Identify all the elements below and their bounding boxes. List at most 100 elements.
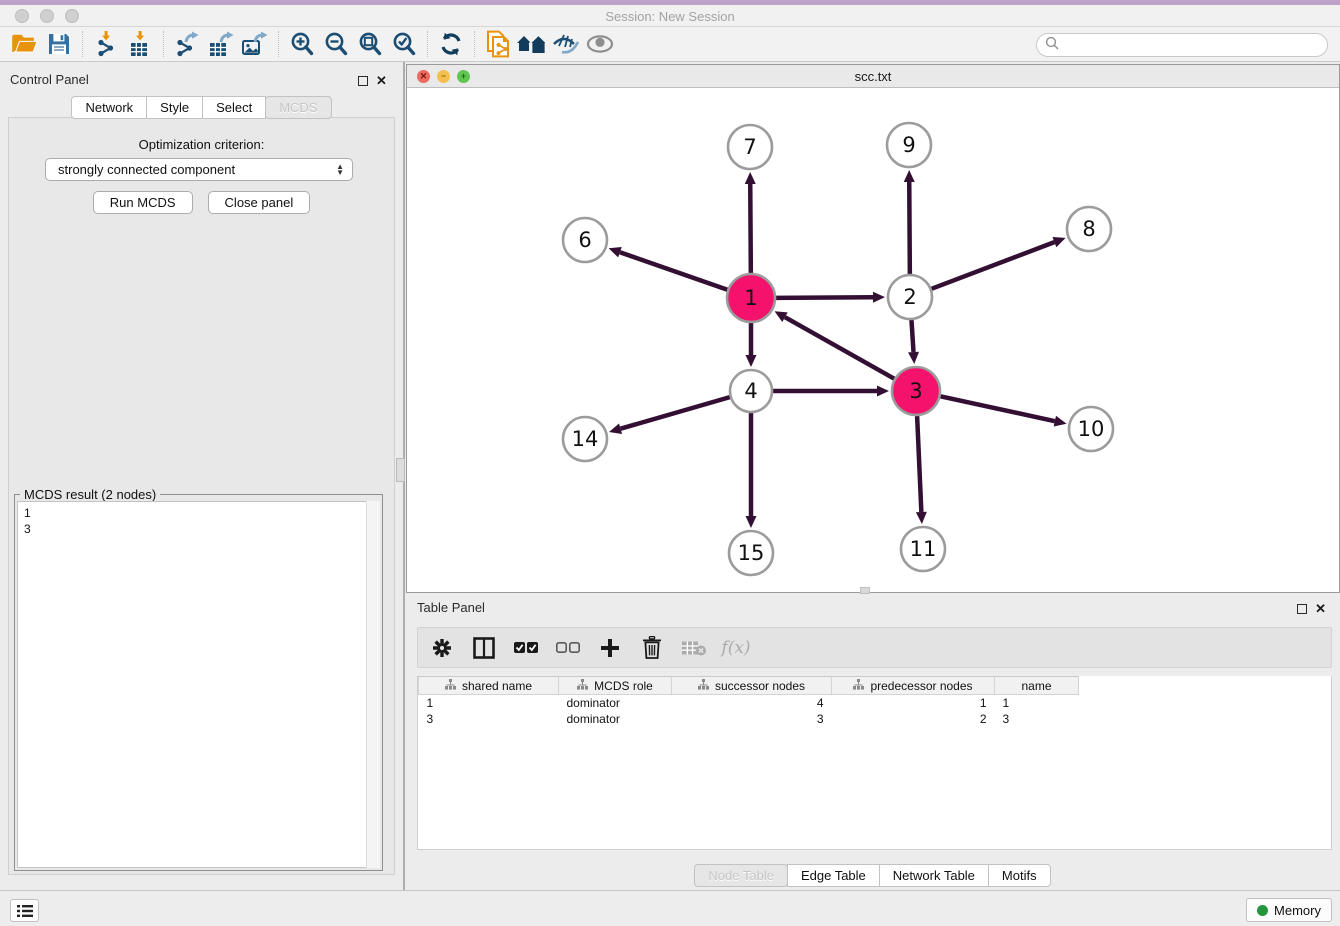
svg-text:3: 3 [909,379,922,403]
svg-text:14: 14 [572,427,599,451]
network-view-title: scc.txt [407,69,1339,84]
column-header-name[interactable]: name [995,677,1079,695]
table-settings-icon[interactable] [428,634,456,662]
criterion-value: strongly connected component [58,162,235,177]
svg-text:7: 7 [743,135,756,159]
shared-column-icon [853,679,864,693]
table-row[interactable]: 1dominator411 [419,695,1079,711]
search-icon [1045,36,1059,55]
column-header-MCDS-role[interactable]: MCDS role [559,677,672,695]
select-all-rows-icon[interactable] [512,634,540,662]
mcds-result-list[interactable]: 1 3 [17,501,368,868]
export-table-icon[interactable] [204,29,238,59]
tab-network[interactable]: Network [71,96,147,119]
clone-network-icon[interactable] [481,29,515,59]
control-panel-title: Control Panel [10,72,89,87]
network-canvas[interactable]: 7 9 6 8 1 2 4 3 14 10 15 11 [407,88,1339,592]
save-session-icon[interactable] [42,29,76,59]
svg-text:1: 1 [744,286,757,310]
graph-node-15[interactable]: 15 [729,531,773,575]
deselect-all-rows-icon[interactable] [554,634,582,662]
float-table-panel-icon[interactable] [1297,604,1307,614]
svg-text:6: 6 [578,228,591,252]
show-all-networks-icon[interactable] [515,29,549,59]
graph-node-9[interactable]: 9 [887,123,931,167]
toolbar-separator [427,31,428,57]
memory-label: Memory [1274,903,1321,918]
delete-table-icon [680,634,708,662]
close-panel-icon[interactable]: ✕ [376,73,387,89]
table-row[interactable]: 3dominator323 [419,711,1079,727]
select-stepper-icon: ▲▼ [336,164,344,176]
table-toolbar: f(x) [417,627,1332,668]
export-image-icon[interactable] [238,29,272,59]
task-history-button[interactable] [10,899,39,922]
svg-text:9: 9 [902,133,915,157]
graph-node-7[interactable]: 7 [728,125,772,169]
network-graph: 7 9 6 8 1 2 4 3 14 10 15 11 [407,88,1339,592]
mcds-result-title: MCDS result (2 nodes) [20,487,160,502]
app-titlebar: Session: New Session [0,5,1340,27]
node-table-area: shared nameMCDS rolesuccessor nodesprede… [417,676,1332,850]
graph-node-1[interactable]: 1 [727,274,775,322]
vertical-splitter-handle[interactable] [396,458,405,482]
criterion-select[interactable]: strongly connected component ▲▼ [45,158,353,181]
table-tabs: Node TableEdge TableNetwork TableMotifs [405,864,1340,887]
result-scrollbar[interactable] [366,501,380,868]
zoom-fit-icon[interactable] [353,29,387,59]
import-table-icon[interactable] [123,29,157,59]
svg-text:8: 8 [1082,217,1095,241]
graph-node-6[interactable]: 6 [563,218,607,262]
zoom-out-icon[interactable] [319,29,353,59]
graph-node-2[interactable]: 2 [888,275,932,319]
tab-motifs[interactable]: Motifs [988,864,1051,887]
session-title: Session: New Session [0,9,1340,24]
run-mcds-button[interactable]: Run MCDS [93,191,193,214]
svg-text:2: 2 [903,285,916,309]
toolbar-separator [278,31,279,57]
optimization-label: Optimization criterion: [0,137,403,152]
node-table: shared nameMCDS rolesuccessor nodesprede… [418,676,1079,727]
horizontal-splitter-handle[interactable] [860,587,870,594]
open-file-icon[interactable] [8,29,42,59]
tab-style[interactable]: Style [146,96,203,119]
table-panel-title: Table Panel [417,600,485,615]
column-header-successor-nodes[interactable]: successor nodes [672,677,832,695]
graph-node-8[interactable]: 8 [1067,207,1111,251]
graph-node-4[interactable]: 4 [730,370,772,412]
graph-node-3[interactable]: 3 [892,367,940,415]
add-column-icon[interactable] [596,634,624,662]
tab-edge-table[interactable]: Edge Table [787,864,880,887]
svg-text:10: 10 [1078,417,1105,441]
tab-select[interactable]: Select [202,96,266,119]
network-view-window: ✕ − + scc.txt 7968124314101511 [406,64,1340,593]
column-header-shared-name[interactable]: shared name [419,677,559,695]
show-columns-icon[interactable] [470,634,498,662]
refresh-icon[interactable] [434,29,468,59]
memory-status-icon [1257,905,1268,916]
column-header-predecessor-nodes[interactable]: predecessor nodes [832,677,995,695]
graph-node-11[interactable]: 11 [901,527,945,571]
toolbar-separator [474,31,475,57]
table-header-row: shared nameMCDS rolesuccessor nodesprede… [419,677,1079,695]
tab-node-table[interactable]: Node Table [694,864,788,887]
status-bar: Memory [0,890,1340,926]
close-panel-button[interactable]: Close panel [208,191,311,214]
zoom-in-icon[interactable] [285,29,319,59]
graph-node-10[interactable]: 10 [1069,407,1113,451]
shared-column-icon [577,679,588,693]
import-network-icon[interactable] [89,29,123,59]
zoom-selected-icon[interactable] [387,29,421,59]
svg-text:15: 15 [738,541,765,565]
show-elements-icon[interactable] [583,29,617,59]
float-panel-icon[interactable] [358,76,368,86]
graph-node-14[interactable]: 14 [563,417,607,461]
hide-elements-icon[interactable] [549,29,583,59]
tab-mcds[interactable]: MCDS [265,96,331,119]
close-table-panel-icon[interactable]: ✕ [1315,601,1326,617]
tab-network-table[interactable]: Network Table [879,864,989,887]
memory-button[interactable]: Memory [1246,898,1332,922]
export-network-icon[interactable] [170,29,204,59]
search-field[interactable] [1036,33,1328,57]
delete-column-icon[interactable] [638,634,666,662]
